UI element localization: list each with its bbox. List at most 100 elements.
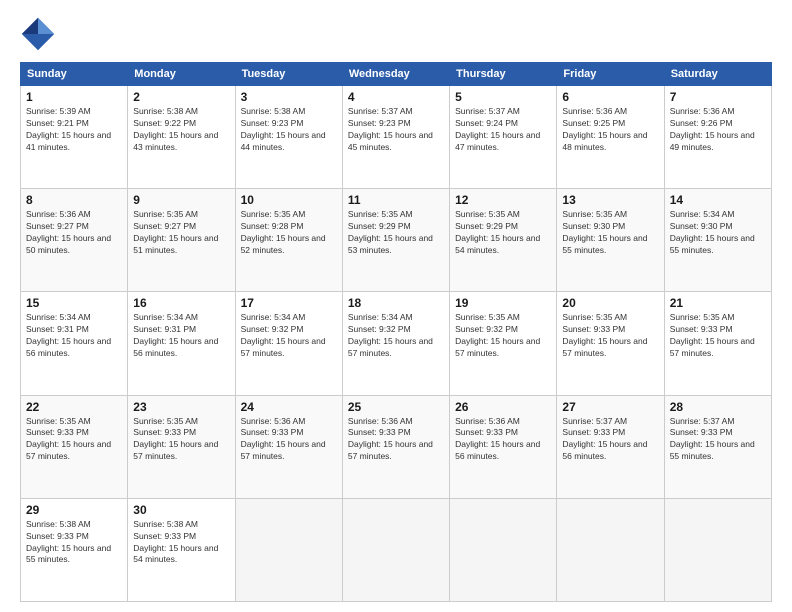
day-cell: 14 Sunrise: 5:34 AMSunset: 9:30 PMDayligh…: [664, 189, 771, 292]
day-cell: 30 Sunrise: 5:38 AMSunset: 9:33 PMDayligh…: [128, 498, 235, 601]
day-cell: 17 Sunrise: 5:34 AMSunset: 9:32 PMDayligh…: [235, 292, 342, 395]
day-info: Sunrise: 5:34 AMSunset: 9:32 PMDaylight:…: [241, 312, 337, 360]
day-number: 5: [455, 90, 551, 104]
day-cell: 20 Sunrise: 5:35 AMSunset: 9:33 PMDayligh…: [557, 292, 664, 395]
day-cell: 10Sunrise: 5:35 AMSunset: 9:28 PMDayligh…: [235, 189, 342, 292]
day-number: 8: [26, 193, 122, 207]
day-number: 2: [133, 90, 229, 104]
day-info: Sunrise: 5:36 AMSunset: 9:33 PMDaylight:…: [241, 416, 337, 464]
day-number: 21: [670, 296, 766, 310]
calendar-page: SundayMondayTuesdayWednesdayThursdayFrid…: [0, 0, 792, 612]
col-header-saturday: Saturday: [664, 63, 771, 86]
header-row: SundayMondayTuesdayWednesdayThursdayFrid…: [21, 63, 772, 86]
day-info: Sunrise: 5:39 AMSunset: 9:21 PMDaylight:…: [26, 106, 122, 154]
day-info: Sunrise: 5:35 AMSunset: 9:32 PMDaylight:…: [455, 312, 551, 360]
day-number: 1: [26, 90, 122, 104]
day-number: 3: [241, 90, 337, 104]
day-number: 25: [348, 400, 444, 414]
day-cell: 2 Sunrise: 5:38 AMSunset: 9:22 PMDaylight…: [128, 86, 235, 189]
day-info: Sunrise: 5:36 AMSunset: 9:25 PMDaylight:…: [562, 106, 658, 154]
logo-icon: [20, 16, 56, 52]
day-number: 4: [348, 90, 444, 104]
day-info: Sunrise: 5:37 AMSunset: 9:23 PMDaylight:…: [348, 106, 444, 154]
day-number: 26: [455, 400, 551, 414]
day-info: Sunrise: 5:36 AMSunset: 9:27 PMDaylight:…: [26, 209, 122, 257]
week-row-4: 22 Sunrise: 5:35 AMSunset: 9:33 PMDayligh…: [21, 395, 772, 498]
day-cell: 21 Sunrise: 5:35 AMSunset: 9:33 PMDayligh…: [664, 292, 771, 395]
day-info: Sunrise: 5:36 AMSunset: 9:26 PMDaylight:…: [670, 106, 766, 154]
col-header-wednesday: Wednesday: [342, 63, 449, 86]
day-cell: 5 Sunrise: 5:37 AMSunset: 9:24 PMDaylight…: [450, 86, 557, 189]
day-cell: 12 Sunrise: 5:35 AMSunset: 9:29 PMDayligh…: [450, 189, 557, 292]
day-cell: 13 Sunrise: 5:35 AMSunset: 9:30 PMDayligh…: [557, 189, 664, 292]
day-info: Sunrise: 5:37 AMSunset: 9:33 PMDaylight:…: [670, 416, 766, 464]
day-number: 18: [348, 296, 444, 310]
week-row-2: 8 Sunrise: 5:36 AMSunset: 9:27 PMDaylight…: [21, 189, 772, 292]
day-cell: 8 Sunrise: 5:36 AMSunset: 9:27 PMDaylight…: [21, 189, 128, 292]
day-info: Sunrise: 5:35 AMSunset: 9:28 PMDaylight:…: [241, 209, 337, 257]
day-info: Sunrise: 5:35 AMSunset: 9:29 PMDaylight:…: [348, 209, 444, 257]
day-cell: 28 Sunrise: 5:37 AMSunset: 9:33 PMDayligh…: [664, 395, 771, 498]
day-number: 30: [133, 503, 229, 517]
day-cell: [664, 498, 771, 601]
day-number: 17: [241, 296, 337, 310]
day-info: Sunrise: 5:35 AMSunset: 9:29 PMDaylight:…: [455, 209, 551, 257]
day-number: 11: [348, 193, 444, 207]
day-info: Sunrise: 5:35 AMSunset: 9:30 PMDaylight:…: [562, 209, 658, 257]
day-cell: 26 Sunrise: 5:36 AMSunset: 9:33 PMDayligh…: [450, 395, 557, 498]
day-info: Sunrise: 5:34 AMSunset: 9:31 PMDaylight:…: [133, 312, 229, 360]
day-cell: 1 Sunrise: 5:39 AMSunset: 9:21 PMDaylight…: [21, 86, 128, 189]
day-number: 12: [455, 193, 551, 207]
header: [20, 16, 772, 52]
day-info: Sunrise: 5:38 AMSunset: 9:23 PMDaylight:…: [241, 106, 337, 154]
day-number: 16: [133, 296, 229, 310]
week-row-3: 15 Sunrise: 5:34 AMSunset: 9:31 PMDayligh…: [21, 292, 772, 395]
day-number: 15: [26, 296, 122, 310]
day-cell: [342, 498, 449, 601]
day-number: 6: [562, 90, 658, 104]
day-cell: 3 Sunrise: 5:38 AMSunset: 9:23 PMDaylight…: [235, 86, 342, 189]
week-row-5: 29 Sunrise: 5:38 AMSunset: 9:33 PMDayligh…: [21, 498, 772, 601]
day-cell: 29 Sunrise: 5:38 AMSunset: 9:33 PMDayligh…: [21, 498, 128, 601]
day-cell: 7 Sunrise: 5:36 AMSunset: 9:26 PMDaylight…: [664, 86, 771, 189]
day-info: Sunrise: 5:35 AMSunset: 9:33 PMDaylight:…: [670, 312, 766, 360]
day-info: Sunrise: 5:37 AMSunset: 9:33 PMDaylight:…: [562, 416, 658, 464]
day-info: Sunrise: 5:36 AMSunset: 9:33 PMDaylight:…: [455, 416, 551, 464]
day-number: 14: [670, 193, 766, 207]
day-cell: [557, 498, 664, 601]
day-number: 9: [133, 193, 229, 207]
day-info: Sunrise: 5:35 AMSunset: 9:27 PMDaylight:…: [133, 209, 229, 257]
day-number: 27: [562, 400, 658, 414]
day-number: 28: [670, 400, 766, 414]
col-header-thursday: Thursday: [450, 63, 557, 86]
day-info: Sunrise: 5:34 AMSunset: 9:30 PMDaylight:…: [670, 209, 766, 257]
col-header-friday: Friday: [557, 63, 664, 86]
day-cell: 4 Sunrise: 5:37 AMSunset: 9:23 PMDaylight…: [342, 86, 449, 189]
day-cell: 9 Sunrise: 5:35 AMSunset: 9:27 PMDaylight…: [128, 189, 235, 292]
day-cell: 22Sunrise: 5:35 AMSunset: 9:33 PMDayligh…: [21, 395, 128, 498]
day-info: Sunrise: 5:36 AMSunset: 9:33 PMDaylight:…: [348, 416, 444, 464]
day-cell: 19 Sunrise: 5:35 AMSunset: 9:32 PMDayligh…: [450, 292, 557, 395]
day-info: Sunrise: 5:38 AMSunset: 9:33 PMDaylight:…: [133, 519, 229, 567]
calendar-table: SundayMondayTuesdayWednesdayThursdayFrid…: [20, 62, 772, 602]
day-number: 19: [455, 296, 551, 310]
day-info: Sunrise: 5:38 AMSunset: 9:22 PMDaylight:…: [133, 106, 229, 154]
day-cell: [450, 498, 557, 601]
day-number: 7: [670, 90, 766, 104]
day-number: 23: [133, 400, 229, 414]
day-cell: 6 Sunrise: 5:36 AMSunset: 9:25 PMDaylight…: [557, 86, 664, 189]
day-number: 13: [562, 193, 658, 207]
day-info: Sunrise: 5:38 AMSunset: 9:33 PMDaylight:…: [26, 519, 122, 567]
day-info: Sunrise: 5:37 AMSunset: 9:24 PMDaylight:…: [455, 106, 551, 154]
day-number: 22: [26, 400, 122, 414]
day-cell: 25 Sunrise: 5:36 AMSunset: 9:33 PMDayligh…: [342, 395, 449, 498]
day-cell: 16 Sunrise: 5:34 AMSunset: 9:31 PMDayligh…: [128, 292, 235, 395]
day-info: Sunrise: 5:34 AMSunset: 9:32 PMDaylight:…: [348, 312, 444, 360]
day-cell: 15Sunrise: 5:34 AMSunset: 9:31 PMDayligh…: [21, 292, 128, 395]
day-info: Sunrise: 5:35 AMSunset: 9:33 PMDaylight:…: [562, 312, 658, 360]
day-number: 29: [26, 503, 122, 517]
day-number: 24: [241, 400, 337, 414]
logo: [20, 16, 62, 52]
day-info: Sunrise: 5:35 AMSunset: 9:33 PMDaylight:…: [133, 416, 229, 464]
day-number: 20: [562, 296, 658, 310]
